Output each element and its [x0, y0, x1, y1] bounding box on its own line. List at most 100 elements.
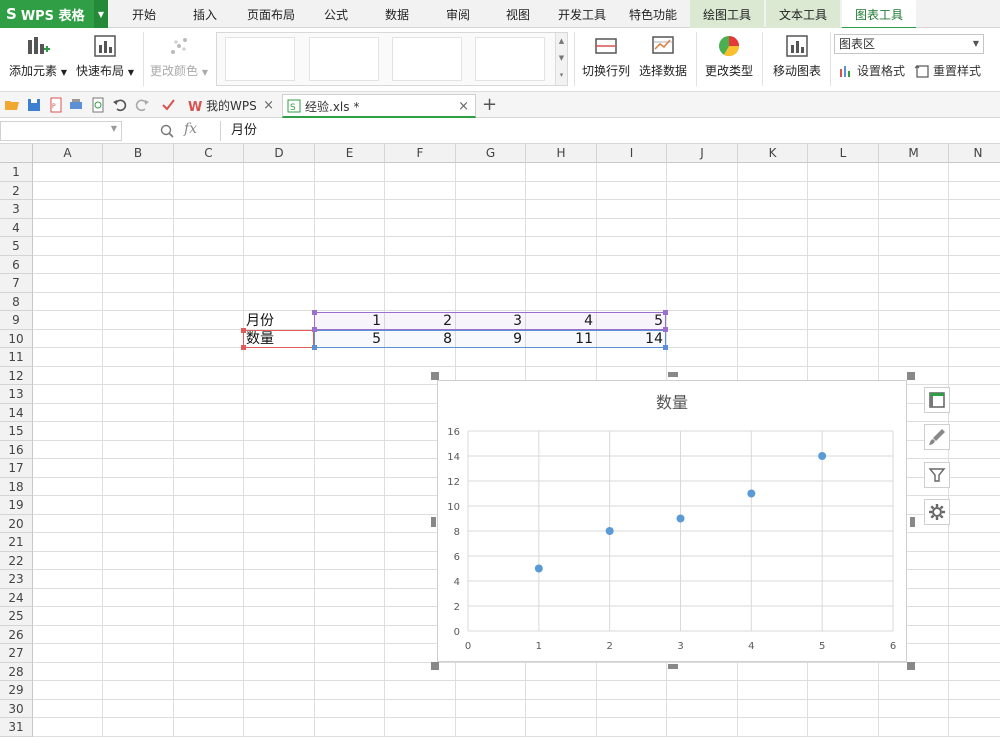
set-format-button[interactable]: 设置格式 [838, 62, 905, 79]
print-icon[interactable] [68, 97, 84, 113]
row-header-17[interactable]: 17 [0, 459, 33, 478]
chart-resize-handle[interactable] [907, 662, 915, 670]
column-header-i[interactable]: I [597, 144, 667, 163]
redo-icon[interactable] [134, 97, 150, 113]
chart-style-1[interactable] [225, 37, 295, 81]
chart-style-2[interactable] [309, 37, 379, 81]
chart-resize-handle[interactable] [907, 372, 915, 380]
tab-review[interactable]: 审阅 [430, 0, 486, 28]
chart-elements-tool[interactable] [924, 387, 950, 413]
formula-input[interactable]: 月份 [220, 121, 1000, 141]
name-box[interactable]: ▼ [0, 121, 122, 141]
row-header-8[interactable]: 8 [0, 292, 33, 311]
chart-resize-handle[interactable] [431, 372, 439, 380]
column-header-d[interactable]: D [244, 144, 315, 163]
move-chart-button[interactable]: 移动图表 [768, 34, 826, 79]
chart-resize-handle[interactable] [668, 664, 678, 669]
row-header-2[interactable]: 2 [0, 181, 33, 200]
tab-chart-tools[interactable]: 图表工具 [842, 0, 916, 29]
range-handle[interactable] [312, 327, 317, 332]
row-header-13[interactable]: 13 [0, 385, 33, 404]
data-point[interactable] [534, 564, 543, 573]
row-header-27[interactable]: 27 [0, 644, 33, 663]
change-type-button[interactable]: 更改类型 [702, 34, 756, 79]
column-header-e[interactable]: E [315, 144, 385, 163]
row-header-23[interactable]: 23 [0, 570, 33, 589]
row-header-25[interactable]: 25 [0, 607, 33, 626]
row-header-12[interactable]: 12 [0, 366, 33, 385]
wps-app-menu[interactable]: S WPS 表格 ▼ [0, 0, 108, 28]
chart-resize-handle[interactable] [431, 517, 436, 527]
row-header-1[interactable]: 1 [0, 163, 33, 182]
row-header-11[interactable]: 11 [0, 348, 33, 367]
row-header-16[interactable]: 16 [0, 440, 33, 459]
column-header-l[interactable]: L [808, 144, 879, 163]
select-all-corner[interactable] [0, 144, 33, 163]
row-header-31[interactable]: 31 [0, 718, 33, 737]
add-element-button[interactable]: 添加元素 ▼ [6, 34, 70, 79]
range-handle[interactable] [312, 345, 317, 350]
doc-tab-workbook[interactable]: S 经验.xls * × [282, 94, 476, 118]
row-header-10[interactable]: 10 [0, 329, 33, 348]
row-header-26[interactable]: 26 [0, 625, 33, 644]
chart-resize-handle[interactable] [431, 662, 439, 670]
chart-element-select[interactable]: 图表区 ▼ [834, 34, 984, 54]
row-header-28[interactable]: 28 [0, 662, 33, 681]
chart-style-4[interactable] [475, 37, 545, 81]
tab-data[interactable]: 数据 [368, 0, 426, 28]
row-header-5[interactable]: 5 [0, 237, 33, 256]
tab-insert[interactable]: 插入 [176, 0, 234, 28]
tab-text-tools[interactable]: 文本工具 [766, 0, 840, 28]
tab-formulas[interactable]: 公式 [310, 0, 362, 28]
chevron-down-icon[interactable]: ▼ [94, 0, 108, 28]
data-point[interactable] [676, 514, 685, 523]
row-header-20[interactable]: 20 [0, 514, 33, 533]
new-tab-icon[interactable]: + [482, 94, 497, 115]
chart-filter-tool[interactable] [924, 462, 950, 488]
row-header-3[interactable]: 3 [0, 200, 33, 219]
row-header-19[interactable]: 19 [0, 496, 33, 515]
range-handle[interactable] [241, 345, 246, 350]
column-header-b[interactable]: B [103, 144, 174, 163]
quick-layout-button[interactable]: 快速布局 ▼ [74, 34, 136, 79]
close-tab-icon[interactable]: × [458, 95, 469, 119]
data-point[interactable] [605, 527, 614, 535]
print-preview-icon[interactable] [90, 97, 106, 113]
range-handle[interactable] [312, 310, 317, 315]
column-header-g[interactable]: G [456, 144, 526, 163]
doc-tab-my-wps[interactable]: W 我的WPS × [184, 94, 280, 118]
chart-settings-tool[interactable] [924, 499, 950, 525]
chart-resize-handle[interactable] [910, 517, 915, 527]
change-color-button[interactable]: 更改颜色 ▼ [148, 34, 210, 79]
row-header-6[interactable]: 6 [0, 255, 33, 274]
close-tab-icon[interactable]: × [263, 94, 274, 118]
row-header-22[interactable]: 22 [0, 551, 33, 570]
row-header-15[interactable]: 15 [0, 422, 33, 441]
reset-style-button[interactable]: 重置样式 [914, 62, 981, 79]
row-header-4[interactable]: 4 [0, 218, 33, 237]
row-header-14[interactable]: 14 [0, 403, 33, 422]
column-header-c[interactable]: C [174, 144, 244, 163]
customize-toolbar-icon[interactable] [160, 97, 176, 113]
chart-style-3[interactable] [392, 37, 462, 81]
row-header-9[interactable]: 9 [0, 311, 33, 330]
tab-special-features[interactable]: 特色功能 [620, 0, 686, 28]
tab-view[interactable]: 视图 [490, 0, 546, 28]
row-header-24[interactable]: 24 [0, 588, 33, 607]
range-handle[interactable] [663, 327, 668, 332]
export-pdf-icon[interactable]: P [48, 97, 64, 113]
column-header-h[interactable]: H [526, 144, 597, 163]
switch-row-col-button[interactable]: 切换行列 [580, 34, 632, 79]
column-header-n[interactable]: N [949, 144, 1000, 163]
zoom-function-icon[interactable] [160, 124, 174, 138]
row-header-21[interactable]: 21 [0, 533, 33, 552]
cell-d9[interactable]: 月份 [243, 312, 314, 330]
range-handle[interactable] [241, 328, 246, 333]
column-header-f[interactable]: F [385, 144, 456, 163]
data-point[interactable] [747, 489, 756, 498]
insert-function-button[interactable]: fx [184, 121, 197, 137]
range-handle[interactable] [663, 310, 668, 315]
undo-icon[interactable] [112, 97, 128, 113]
chart-style-tool[interactable] [924, 424, 950, 450]
column-header-k[interactable]: K [738, 144, 808, 163]
